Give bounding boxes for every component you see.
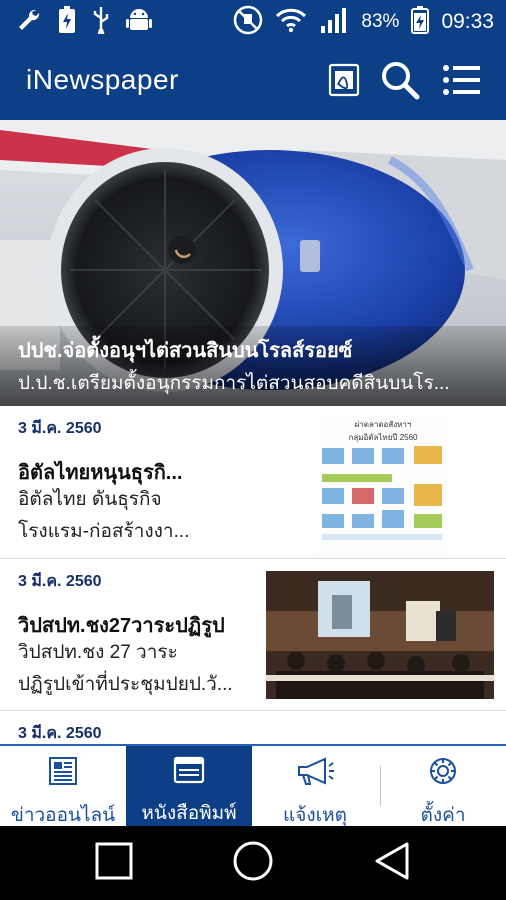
home-button[interactable] [223, 838, 283, 888]
nav-label: หนังสือพิมพ์ [141, 803, 237, 824]
signal-icon [319, 6, 349, 38]
back-icon [373, 841, 411, 885]
menu-icon [442, 63, 482, 101]
newspaper-icon [48, 756, 78, 786]
news-list-item[interactable]: 3 มี.ค. 2560 อิตัลไทยหนุนธุรกิ... อิตัลไ… [0, 406, 506, 559]
battery-charging-icon [58, 6, 76, 38]
home-icon [232, 840, 274, 886]
infographic-graphic [322, 446, 442, 540]
app-bar: iNewspaper [0, 44, 506, 120]
news-description: อิตัลไทย ดันธุรกิจ โรงแรม-ก่อสร้างงา... [18, 484, 256, 548]
news-date: 3 มี.ค. 2560 [18, 725, 102, 742]
hero-story[interactable]: ปปช.จ่อตั้งอนุฯไต่สวนสินบนโรลส์รอยซ์ ป.ป… [0, 120, 506, 406]
nav-settings[interactable]: ตั้งค่า [380, 746, 506, 826]
news-thumbnail-photo [266, 571, 494, 699]
android-icon [126, 6, 152, 38]
news-date: 3 มี.ค. 2560 [18, 573, 102, 590]
app-title: iNewspaper [26, 64, 179, 95]
mute-icon [233, 5, 263, 39]
menu-button[interactable] [440, 60, 484, 104]
news-desc-line: ปฏิรูปเข้าที่ประชุมปยป.วั... [18, 674, 233, 695]
system-navigation-bar [0, 826, 506, 900]
news-description: วิปสปท.ชง 27 วาระ ปฏิรูปเข้าที่ประชุมปยป… [18, 637, 256, 701]
pdf-icon [327, 63, 361, 101]
infographic-title: ผ่าตลาดอสังหาฯ [354, 420, 412, 429]
recents-icon [94, 841, 134, 885]
recents-button[interactable] [84, 838, 144, 888]
news-list-item[interactable]: 3 มี.ค. 2560 [0, 711, 506, 744]
search-button[interactable] [378, 60, 422, 104]
conference-photo [266, 571, 494, 699]
wifi-icon [275, 7, 307, 37]
news-list-item[interactable]: 3 มี.ค. 2560 วิปสปท.ชง27วาระปฏิรูป วิปสป… [0, 559, 506, 711]
news-date: 3 มี.ค. 2560 [18, 420, 102, 437]
clock: 09:33 [441, 10, 494, 33]
battery-percent: 83% [361, 11, 400, 32]
bottom-navigation: ข่าวออนไลน์ หนังสือพิมพ์ แจ้งเหตุ ตั้งค่… [0, 744, 506, 826]
battery-icon [411, 6, 430, 38]
status-bar: 83% 09:33 [0, 0, 506, 44]
news-thumbnail-infographic: ผ่าตลาดอสังหาฯ กลุ่มอิตัลไทยปี 2560 [318, 414, 448, 554]
pdf-button[interactable] [322, 60, 366, 104]
nav-report[interactable]: แจ้งเหตุ [252, 746, 378, 826]
hero-subtitle: ป.ป.ช.เตรียมตั้งอนุกรรมการไต่สวนสอบคดีสิ… [18, 373, 450, 394]
infographic-subtitle: กลุ่มอิตัลไทยปี 2560 [348, 433, 418, 442]
settings-icon [428, 756, 458, 786]
nav-newspaper[interactable]: หนังสือพิมพ์ [126, 746, 252, 826]
news-desc-line: วิปสปท.ชง 27 วาระ [18, 642, 178, 663]
search-icon [380, 60, 420, 104]
browser-window-icon [173, 756, 205, 784]
news-desc-line: โรงแรม-ก่อสร้างงา... [18, 521, 190, 542]
megaphone-icon [295, 756, 335, 786]
wrench-icon [16, 7, 42, 37]
hero-title: ปปช.จ่อตั้งอนุฯไต่สวนสินบนโรลส์รอยซ์ [18, 340, 353, 362]
usb-icon [92, 6, 110, 38]
nav-online-news[interactable]: ข่าวออนไลน์ [0, 746, 126, 826]
news-desc-line: อิตัลไทย ดันธุรกิจ [18, 489, 162, 510]
back-button[interactable] [362, 838, 422, 888]
